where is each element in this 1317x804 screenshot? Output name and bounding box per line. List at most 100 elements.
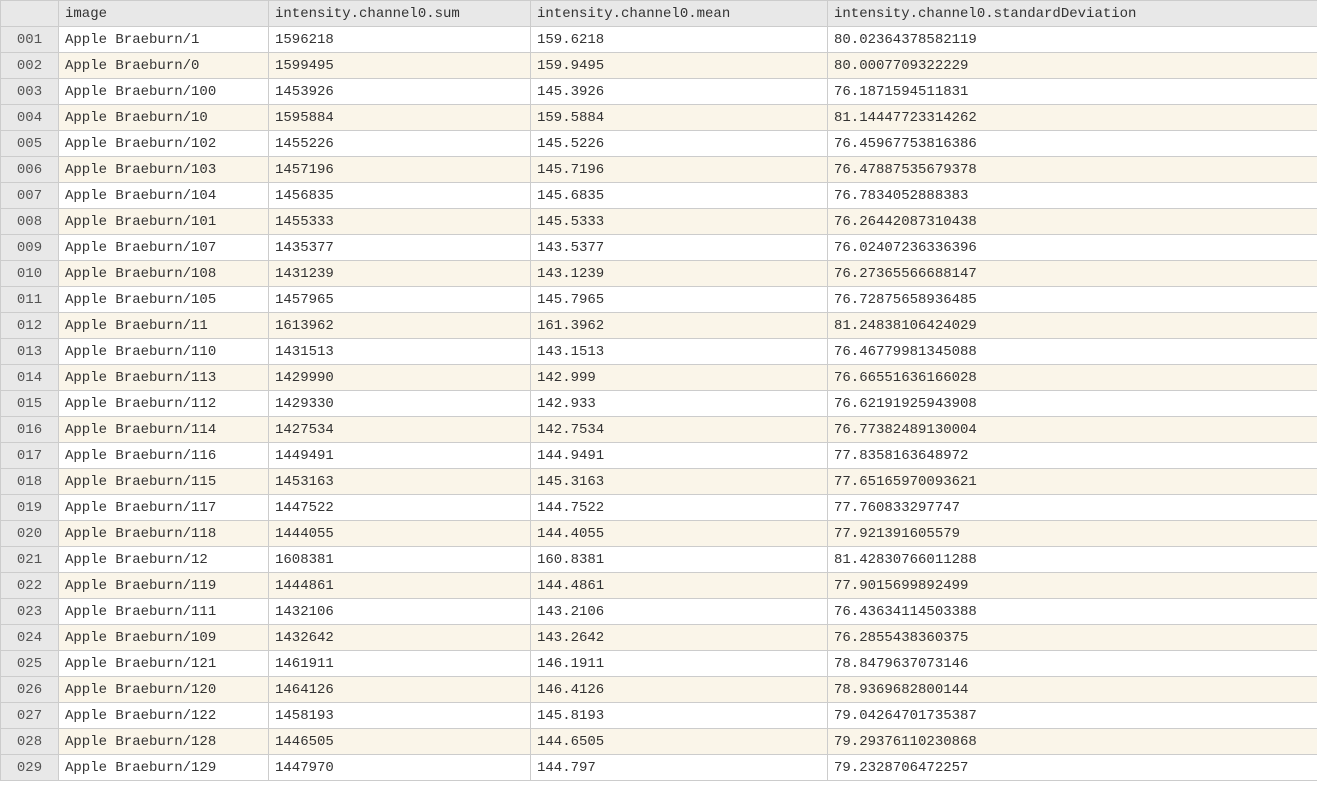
cell-stddev[interactable]: 76.26442087310438	[828, 209, 1317, 235]
cell-mean[interactable]: 145.7965	[531, 287, 828, 313]
cell-image[interactable]: Apple Braeburn/101	[59, 209, 269, 235]
cell-image[interactable]: Apple Braeburn/102	[59, 131, 269, 157]
cell-mean[interactable]: 144.4055	[531, 521, 828, 547]
row-number-cell[interactable]: 013	[1, 339, 59, 365]
table-row[interactable]: 004Apple Braeburn/101595884159.588481.14…	[1, 105, 1317, 131]
cell-mean[interactable]: 159.5884	[531, 105, 828, 131]
row-number-cell[interactable]: 008	[1, 209, 59, 235]
cell-sum[interactable]: 1444055	[269, 521, 531, 547]
cell-sum[interactable]: 1456835	[269, 183, 531, 209]
cell-image[interactable]: Apple Braeburn/122	[59, 703, 269, 729]
table-row[interactable]: 017Apple Braeburn/1161449491144.949177.8…	[1, 443, 1317, 469]
table-row[interactable]: 029Apple Braeburn/1291447970144.79779.23…	[1, 755, 1317, 781]
cell-stddev[interactable]: 77.9015699892499	[828, 573, 1317, 599]
cell-sum[interactable]: 1446505	[269, 729, 531, 755]
cell-stddev[interactable]: 79.29376110230868	[828, 729, 1317, 755]
row-number-cell[interactable]: 010	[1, 261, 59, 287]
cell-stddev[interactable]: 76.72875658936485	[828, 287, 1317, 313]
cell-mean[interactable]: 144.6505	[531, 729, 828, 755]
row-number-cell[interactable]: 016	[1, 417, 59, 443]
cell-sum[interactable]: 1455333	[269, 209, 531, 235]
table-row[interactable]: 011Apple Braeburn/1051457965145.796576.7…	[1, 287, 1317, 313]
cell-mean[interactable]: 145.6835	[531, 183, 828, 209]
cell-sum[interactable]: 1444861	[269, 573, 531, 599]
cell-image[interactable]: Apple Braeburn/10	[59, 105, 269, 131]
cell-stddev[interactable]: 81.42830766011288	[828, 547, 1317, 573]
cell-stddev[interactable]: 76.27365566688147	[828, 261, 1317, 287]
table-row[interactable]: 023Apple Braeburn/1111432106143.210676.4…	[1, 599, 1317, 625]
row-number-cell[interactable]: 011	[1, 287, 59, 313]
table-row[interactable]: 013Apple Braeburn/1101431513143.151376.4…	[1, 339, 1317, 365]
cell-image[interactable]: Apple Braeburn/111	[59, 599, 269, 625]
cell-image[interactable]: Apple Braeburn/114	[59, 417, 269, 443]
cell-sum[interactable]: 1453926	[269, 79, 531, 105]
cell-sum[interactable]: 1457965	[269, 287, 531, 313]
cell-mean[interactable]: 159.9495	[531, 53, 828, 79]
cell-mean[interactable]: 143.2106	[531, 599, 828, 625]
row-number-cell[interactable]: 014	[1, 365, 59, 391]
cell-image[interactable]: Apple Braeburn/11	[59, 313, 269, 339]
cell-sum[interactable]: 1447522	[269, 495, 531, 521]
row-number-cell[interactable]: 017	[1, 443, 59, 469]
row-number-cell[interactable]: 003	[1, 79, 59, 105]
cell-mean[interactable]: 145.8193	[531, 703, 828, 729]
cell-stddev[interactable]: 76.2855438360375	[828, 625, 1317, 651]
cell-stddev[interactable]: 76.43634114503388	[828, 599, 1317, 625]
cell-image[interactable]: Apple Braeburn/116	[59, 443, 269, 469]
cell-sum[interactable]: 1457196	[269, 157, 531, 183]
cell-stddev[interactable]: 76.02407236336396	[828, 235, 1317, 261]
cell-image[interactable]: Apple Braeburn/129	[59, 755, 269, 781]
cell-mean[interactable]: 145.7196	[531, 157, 828, 183]
row-number-cell[interactable]: 012	[1, 313, 59, 339]
table-row[interactable]: 001Apple Braeburn/11596218159.621880.023…	[1, 27, 1317, 53]
table-row[interactable]: 016Apple Braeburn/1141427534142.753476.7…	[1, 417, 1317, 443]
cell-sum[interactable]: 1455226	[269, 131, 531, 157]
row-number-cell[interactable]: 007	[1, 183, 59, 209]
cell-mean[interactable]: 146.4126	[531, 677, 828, 703]
cell-image[interactable]: Apple Braeburn/108	[59, 261, 269, 287]
cell-stddev[interactable]: 76.46779981345088	[828, 339, 1317, 365]
cell-stddev[interactable]: 76.62191925943908	[828, 391, 1317, 417]
cell-sum[interactable]: 1427534	[269, 417, 531, 443]
cell-mean[interactable]: 143.5377	[531, 235, 828, 261]
cell-sum[interactable]: 1432106	[269, 599, 531, 625]
cell-stddev[interactable]: 76.1871594511831	[828, 79, 1317, 105]
cell-stddev[interactable]: 81.24838106424029	[828, 313, 1317, 339]
cell-image[interactable]: Apple Braeburn/118	[59, 521, 269, 547]
row-number-cell[interactable]: 023	[1, 599, 59, 625]
table-row[interactable]: 002Apple Braeburn/01599495159.949580.000…	[1, 53, 1317, 79]
cell-sum[interactable]: 1596218	[269, 27, 531, 53]
cell-image[interactable]: Apple Braeburn/121	[59, 651, 269, 677]
cell-mean[interactable]: 144.9491	[531, 443, 828, 469]
cell-mean[interactable]: 161.3962	[531, 313, 828, 339]
table-row[interactable]: 027Apple Braeburn/1221458193145.819379.0…	[1, 703, 1317, 729]
cell-mean[interactable]: 145.5226	[531, 131, 828, 157]
cell-image[interactable]: Apple Braeburn/12	[59, 547, 269, 573]
cell-image[interactable]: Apple Braeburn/1	[59, 27, 269, 53]
row-number-cell[interactable]: 009	[1, 235, 59, 261]
cell-mean[interactable]: 159.6218	[531, 27, 828, 53]
cell-mean[interactable]: 145.5333	[531, 209, 828, 235]
cell-mean[interactable]: 144.797	[531, 755, 828, 781]
cell-image[interactable]: Apple Braeburn/104	[59, 183, 269, 209]
cell-mean[interactable]: 145.3926	[531, 79, 828, 105]
cell-mean[interactable]: 143.1239	[531, 261, 828, 287]
row-number-cell[interactable]: 021	[1, 547, 59, 573]
cell-mean[interactable]: 143.1513	[531, 339, 828, 365]
row-number-cell[interactable]: 024	[1, 625, 59, 651]
cell-sum[interactable]: 1447970	[269, 755, 531, 781]
table-row[interactable]: 014Apple Braeburn/1131429990142.99976.66…	[1, 365, 1317, 391]
cell-stddev[interactable]: 77.921391605579	[828, 521, 1317, 547]
header-sum[interactable]: intensity.channel0.sum	[269, 1, 531, 27]
cell-image[interactable]: Apple Braeburn/128	[59, 729, 269, 755]
cell-image[interactable]: Apple Braeburn/113	[59, 365, 269, 391]
row-number-cell[interactable]: 005	[1, 131, 59, 157]
cell-image[interactable]: Apple Braeburn/103	[59, 157, 269, 183]
cell-sum[interactable]: 1431239	[269, 261, 531, 287]
row-number-cell[interactable]: 006	[1, 157, 59, 183]
cell-sum[interactable]: 1464126	[269, 677, 531, 703]
table-row[interactable]: 019Apple Braeburn/1171447522144.752277.7…	[1, 495, 1317, 521]
row-number-cell[interactable]: 018	[1, 469, 59, 495]
cell-sum[interactable]: 1613962	[269, 313, 531, 339]
cell-image[interactable]: Apple Braeburn/100	[59, 79, 269, 105]
